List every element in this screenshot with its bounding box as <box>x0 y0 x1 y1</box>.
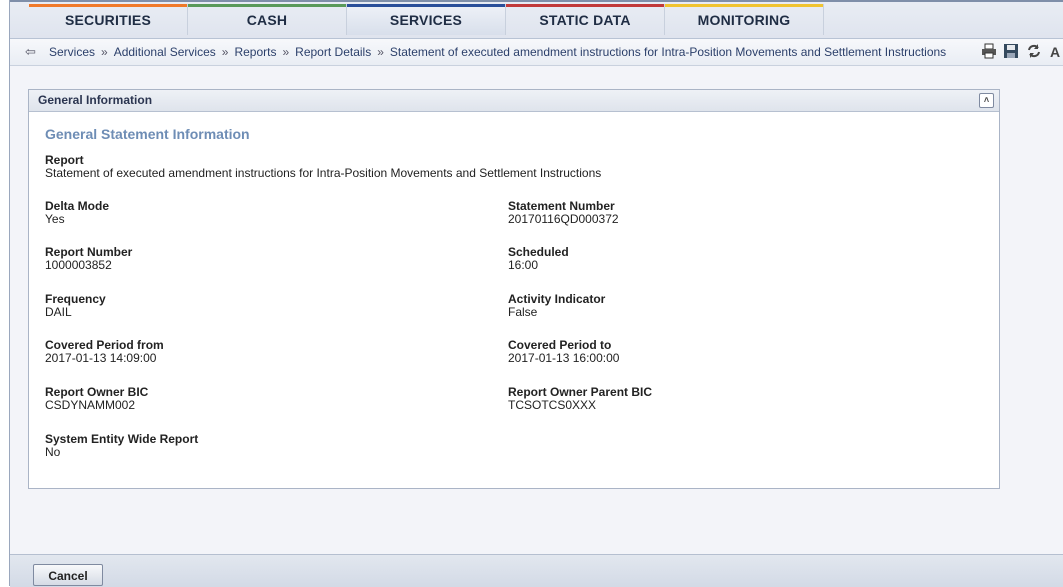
collapse-up-icon[interactable]: ˄ <box>979 93 994 108</box>
tab-cash[interactable]: CASH <box>188 4 347 35</box>
field-report-owner-bic: Report Owner BIC CSDYNAMM002 <box>45 386 148 412</box>
font-size-icon[interactable]: A <box>1048 43 1063 59</box>
general-information-panel: General Information ˄ General Statement … <box>28 89 1000 489</box>
tab-static-data[interactable]: STATIC DATA <box>506 4 665 35</box>
field-value: 20170116QD000372 <box>508 212 619 226</box>
field-report-number: Report Number 1000003852 <box>45 246 132 272</box>
field-scheduled: Scheduled 16:00 <box>508 246 569 272</box>
tab-label: SECURITIES <box>64 12 151 28</box>
tab-label: CASH <box>246 12 288 28</box>
field-value: False <box>508 305 538 319</box>
breadcrumb-item-report-details[interactable]: Report Details <box>295 45 371 59</box>
main-tab-bar: SECURITIES CASH SERVICES STATIC DATA MON… <box>10 0 1063 39</box>
breadcrumb-bar: ⇦ Services» Additional Services» Reports» R… <box>10 39 1063 66</box>
breadcrumb-item-additional-services[interactable]: Additional Services <box>114 45 216 59</box>
panel-title: General Information <box>38 93 153 107</box>
app-frame: SECURITIES CASH SERVICES STATIC DATA MON… <box>9 0 1063 587</box>
field-value: DAIL <box>45 305 72 319</box>
save-icon[interactable] <box>1003 43 1019 59</box>
section-title: General Statement Information <box>45 126 250 142</box>
field-covered-period-from: Covered Period from 2017-01-13 14:09:00 <box>45 339 164 365</box>
toolbar-icons: A <box>978 39 1063 65</box>
field-delta-mode: Delta Mode Yes <box>45 200 109 226</box>
field-value: 16:00 <box>508 258 539 272</box>
tab-services[interactable]: SERVICES <box>347 4 506 35</box>
breadcrumb-item-services[interactable]: Services <box>49 45 95 59</box>
field-value: No <box>45 445 61 459</box>
field-statement-number: Statement Number 20170116QD000372 <box>508 200 619 226</box>
field-value: 2017-01-13 14:09:00 <box>45 351 157 365</box>
footer-bar: Cancel <box>10 554 1063 587</box>
breadcrumb-current: Statement of executed amendment instruct… <box>389 45 947 59</box>
tab-securities[interactable]: SECURITIES <box>29 4 188 35</box>
tab-label: STATIC DATA <box>539 12 631 28</box>
field-value: Statement of executed amendment instruct… <box>45 166 602 180</box>
field-covered-period-to: Covered Period to 2017-01-13 16:00:00 <box>508 339 619 365</box>
field-report: Report Statement of executed amendment i… <box>45 154 601 180</box>
field-report-owner-parent-bic: Report Owner Parent BIC TCSOTCS0XXX <box>508 386 652 412</box>
breadcrumb-item-reports[interactable]: Reports <box>234 45 276 59</box>
panel-header: General Information ˄ <box>29 90 999 112</box>
breadcrumb: Services» Additional Services» Reports» Rep… <box>49 45 947 59</box>
field-value: Yes <box>45 212 65 226</box>
field-activity-indicator: Activity Indicator False <box>508 293 605 319</box>
field-value: CSDYNAMM002 <box>45 398 136 412</box>
tab-label: SERVICES <box>389 12 463 28</box>
refresh-icon[interactable] <box>1026 43 1042 59</box>
field-value: 1000003852 <box>45 258 112 272</box>
print-icon[interactable] <box>981 43 997 59</box>
field-system-entity-wide-report: System Entity Wide Report No <box>45 433 198 459</box>
field-value: 2017-01-13 16:00:00 <box>508 351 620 365</box>
field-value: TCSOTCS0XXX <box>508 398 597 412</box>
tab-label: MONITORING <box>697 12 791 28</box>
field-label: System Entity Wide Report <box>45 432 199 446</box>
field-frequency: Frequency DAIL <box>45 293 106 319</box>
svg-text:A: A <box>1050 44 1060 59</box>
back-arrow-icon[interactable]: ⇦ <box>25 39 36 65</box>
tab-monitoring[interactable]: MONITORING <box>665 4 824 35</box>
cancel-button[interactable]: Cancel <box>33 564 103 586</box>
